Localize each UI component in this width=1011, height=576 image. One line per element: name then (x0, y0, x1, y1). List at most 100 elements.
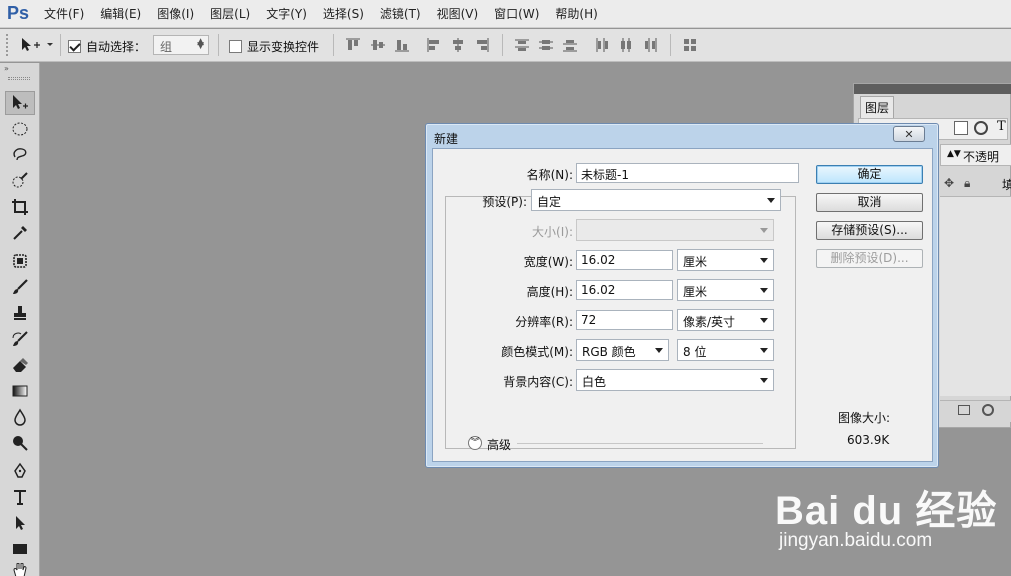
new-document-dialog: 新建 ✕ 名称(N): 未标题-1 预设(P): 自定 大小(I): 宽度(W)… (425, 123, 939, 468)
layers-list[interactable] (940, 196, 1011, 396)
colormode-select[interactable]: RGB 颜色 (576, 339, 669, 361)
menu-item-8[interactable]: 窗口(W) (486, 0, 547, 28)
chevron-down-icon (760, 288, 768, 293)
healing-brush-tool-icon[interactable] (5, 249, 35, 273)
resolution-unit-select[interactable]: 像素/英寸 (677, 309, 774, 331)
background-select[interactable]: 白色 (576, 369, 774, 391)
align-hcenter-icon[interactable] (450, 37, 466, 53)
menu-item-3[interactable]: 图层(L) (202, 0, 258, 28)
move-tool-preset-icon[interactable] (20, 37, 54, 56)
align-bottom-icon[interactable] (394, 37, 410, 53)
type-filter-icon[interactable]: T (997, 119, 1006, 134)
options-grip[interactable] (6, 34, 16, 56)
show-transform-label: 显示变换控件 (247, 40, 320, 54)
name-input[interactable]: 未标题-1 (576, 163, 799, 183)
resolution-input[interactable]: 72 (576, 310, 673, 330)
hand-tool-icon[interactable] (5, 563, 35, 576)
align-vcenter-icon[interactable] (370, 37, 386, 53)
distribute-vcenter-icon[interactable] (538, 37, 554, 53)
eraser-tool-icon[interactable] (5, 353, 35, 377)
history-brush-tool-icon[interactable] (5, 327, 35, 351)
pen-tool-icon[interactable] (5, 459, 35, 483)
align-right-icon[interactable] (474, 37, 490, 53)
distribute-top-icon[interactable] (514, 37, 530, 53)
fill-label: 填 (1002, 178, 1011, 192)
distribute-bottom-icon[interactable] (562, 37, 578, 53)
image-filter-icon[interactable] (954, 121, 968, 135)
show-transform-checkbox[interactable] (229, 40, 242, 53)
lock-all-icon[interactable]: 🔒︎ (964, 176, 970, 191)
blur-tool-icon[interactable] (5, 405, 35, 429)
marquee-tool-icon[interactable] (5, 117, 35, 141)
distribute-left-icon[interactable] (594, 37, 610, 53)
menu-item-0[interactable]: 文件(F) (36, 0, 92, 28)
preset-select[interactable]: 自定 (531, 189, 781, 211)
type-tool-icon[interactable] (5, 485, 35, 509)
menu-items: 文件(F) 编辑(E) 图像(I) 图层(L) 文字(Y) 选择(S) 滤镜(T) 视图(V)… (36, 0, 606, 28)
layers-tab[interactable]: 图层 (860, 96, 895, 118)
menu-item-1[interactable]: 编辑(E) (92, 0, 149, 28)
lock-position-icon[interactable]: ✥ (944, 176, 954, 190)
colormode-value: RGB 颜色 (582, 345, 636, 359)
close-button[interactable]: ✕ (893, 126, 925, 142)
opacity-field[interactable]: 不透明 ▲▼ (940, 144, 1011, 166)
gradient-tool-icon[interactable] (5, 379, 35, 403)
align-left-icon[interactable] (426, 37, 442, 53)
bitdepth-select[interactable]: 8 位 (677, 339, 774, 361)
auto-align-layers-icon[interactable] (682, 37, 698, 53)
distribute-right-icon[interactable] (642, 37, 658, 53)
height-unit-select[interactable]: 厘米 (677, 279, 774, 301)
width-unit-value: 厘米 (683, 255, 708, 269)
opacity-label: 不透明 (963, 150, 1000, 164)
crop-tool-icon[interactable] (5, 195, 35, 219)
adjustment-layer-icon[interactable] (982, 404, 994, 416)
adjustment-filter-icon[interactable] (974, 121, 988, 135)
dodge-tool-icon[interactable] (5, 431, 35, 455)
chevron-down-icon (760, 258, 768, 263)
align-top-icon[interactable] (345, 37, 361, 53)
separator (502, 34, 503, 56)
move-tool-icon[interactable] (5, 91, 35, 115)
rectangle-tool-icon[interactable] (5, 537, 35, 561)
panel-grip[interactable] (8, 77, 30, 80)
preset-label: 预设(P): (482, 195, 527, 209)
size-select[interactable] (576, 219, 774, 241)
menu-item-6[interactable]: 滤镜(T) (372, 0, 429, 28)
distribute-hcenter-icon[interactable] (618, 37, 634, 53)
colormode-label: 颜色模式(M): (501, 345, 573, 359)
menu-item-5[interactable]: 选择(S) (315, 0, 372, 28)
clone-stamp-tool-icon[interactable] (5, 301, 35, 325)
background-value: 白色 (582, 375, 607, 389)
app-logo: Ps (6, 3, 30, 23)
cancel-button[interactable]: 取消 (816, 193, 923, 212)
auto-select-target-select[interactable]: 组 ▲ ▼ (153, 35, 209, 55)
auto-select-checkbox[interactable] (68, 40, 81, 53)
lasso-tool-icon[interactable] (5, 143, 35, 167)
path-selection-tool-icon[interactable] (5, 511, 35, 535)
chevron-down-icon (767, 198, 775, 203)
menu-item-9[interactable]: 帮助(H) (547, 0, 605, 28)
panel-header-bar (854, 84, 1011, 94)
height-input[interactable]: 16.02 (576, 280, 673, 300)
ok-button[interactable]: 确定 (816, 165, 923, 184)
save-preset-button[interactable]: 存储预设(S)... (816, 221, 923, 240)
brush-tool-icon[interactable] (5, 275, 35, 299)
resolution-label: 分辨率(R): (515, 315, 573, 329)
quick-selection-tool-icon[interactable] (5, 169, 35, 193)
name-label: 名称(N): (526, 168, 573, 182)
collapse-icon[interactable]: » (4, 64, 9, 73)
width-unit-select[interactable]: 厘米 (677, 249, 774, 271)
auto-select-label: 自动选择： (86, 40, 147, 54)
eyedropper-tool-icon[interactable] (5, 221, 35, 245)
menu-item-2[interactable]: 图像(I) (149, 0, 202, 28)
advanced-toggle-button[interactable]: ︾ (468, 436, 482, 450)
bitdepth-value: 8 位 (683, 345, 707, 359)
width-input[interactable]: 16.02 (576, 250, 673, 270)
menu-item-7[interactable]: 视图(V) (429, 0, 487, 28)
size-label: 大小(I): (532, 225, 573, 239)
add-mask-icon[interactable] (958, 405, 970, 415)
close-icon: ✕ (904, 127, 914, 141)
tools-panel: » (0, 63, 40, 576)
menu-item-4[interactable]: 文字(Y) (258, 0, 315, 28)
image-size-value: 603.9K (847, 433, 890, 447)
